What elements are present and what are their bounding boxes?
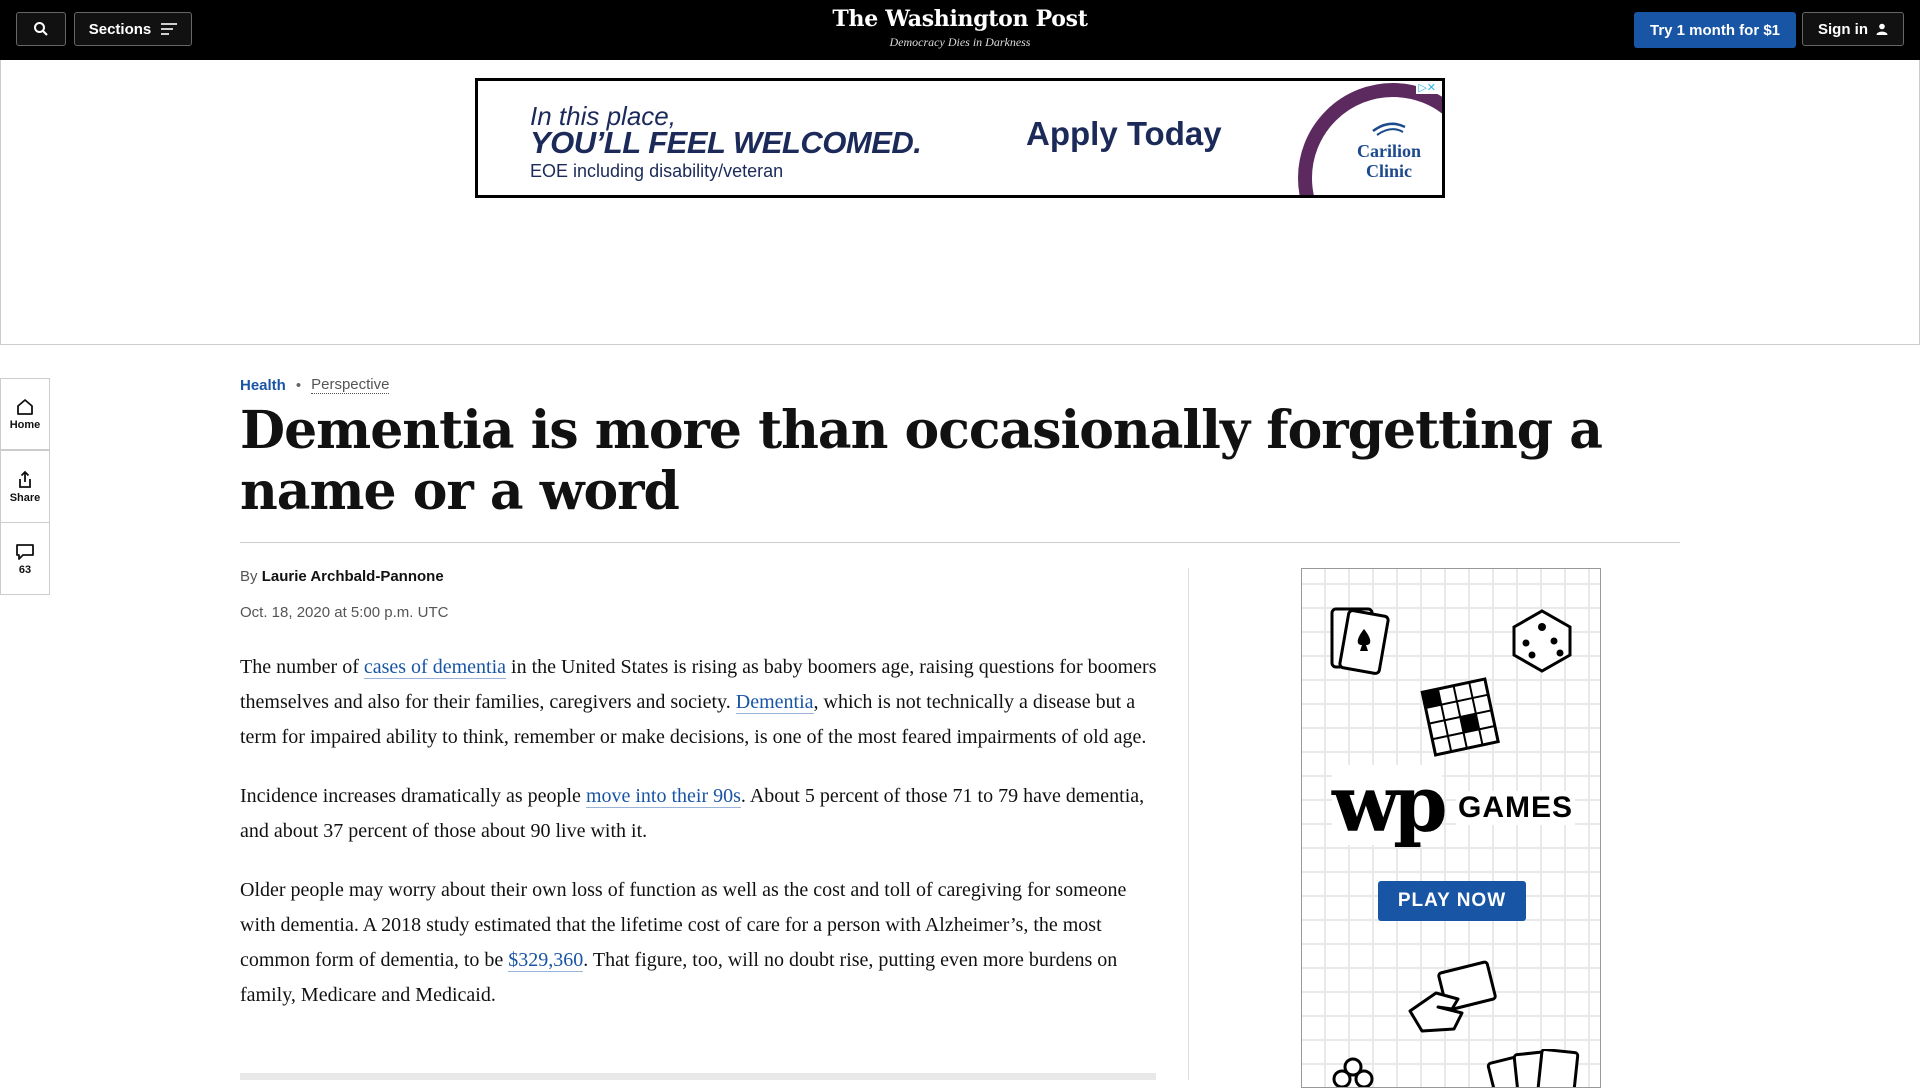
comment-icon: [16, 543, 34, 560]
byline: By Laurie Archbald-Pannone: [240, 568, 444, 585]
masthead[interactable]: The Washington Post Democracy Dies in Da…: [760, 6, 1160, 50]
comments-count: 63: [18, 563, 32, 576]
headline-divider: [240, 542, 1680, 543]
text: Incidence increases dramatically as peop…: [240, 785, 586, 807]
adchoices-close-icon[interactable]: ▷✕: [1416, 81, 1438, 94]
ad-line-2: YOU’LL FEEL WELCOMED.: [530, 125, 922, 160]
brand-line-1: Carilion: [1356, 141, 1421, 161]
tagline: Democracy Dies in Darkness: [889, 35, 1031, 49]
article-body: The number of cases of dementia in the U…: [240, 650, 1160, 1037]
perspective-label[interactable]: Perspective: [311, 376, 390, 394]
carilion-clinic-logo: Carilion Clinic: [1344, 119, 1434, 181]
sign-in-button[interactable]: Sign in: [1802, 12, 1904, 46]
home-rail-button[interactable]: Home: [0, 378, 50, 450]
brand-line-2: Clinic: [1365, 161, 1412, 181]
paragraph-2: Incidence increases dramatically as peop…: [240, 779, 1160, 849]
washington-post-logo[interactable]: The Washington Post: [760, 6, 1160, 32]
clinic-wave-icon: [1372, 122, 1406, 136]
club-icon: [1332, 1057, 1374, 1087]
wp-logo: wp: [1332, 759, 1448, 850]
cases-of-dementia-link[interactable]: cases of dementia: [363, 656, 507, 679]
share-icon: [19, 470, 31, 488]
column-divider: [1188, 568, 1189, 1080]
sections-label: Sections: [88, 20, 152, 38]
search-button[interactable]: [16, 12, 66, 46]
author-link[interactable]: Laurie Archbald-Pannone: [262, 568, 444, 585]
comments-rail-button[interactable]: 63: [0, 522, 50, 595]
move-into-90s-link[interactable]: move into their 90s: [585, 785, 741, 808]
playing-card-icon: [1330, 607, 1390, 675]
play-now-button[interactable]: PLAY NOW: [1378, 881, 1526, 921]
dice-icon: [1512, 609, 1572, 673]
hand-with-card-icon: [1408, 960, 1497, 1033]
user-icon: [1876, 23, 1888, 35]
share-label: Share: [9, 491, 41, 504]
article-headline: Dementia is more than occasionally forge…: [240, 400, 1603, 522]
section-link[interactable]: Health: [240, 377, 286, 394]
wp-games-ad[interactable]: wp GAMES PLAY NOW: [1301, 568, 1601, 1088]
kicker-separator: •: [295, 376, 302, 394]
inline-module-top: [240, 1073, 1156, 1080]
publish-date: Oct. 18, 2020 at 5:00 p.m. UTC: [240, 604, 449, 621]
top-navigation-bar: Sections The Washington Post Democracy D…: [0, 0, 1920, 60]
dementia-link[interactable]: Dementia: [735, 691, 814, 714]
byline-prefix: By: [240, 568, 258, 585]
paragraph-1: The number of cases of dementia in the U…: [240, 650, 1160, 755]
subscribe-trial-button[interactable]: Try 1 month for $1: [1634, 12, 1796, 48]
banner-ad[interactable]: In this place, YOU’LL FEEL WELCOMED. EOE…: [475, 78, 1445, 198]
crossword-icon: [1420, 677, 1500, 757]
games-wordmark: GAMES: [1456, 791, 1576, 825]
text: The number of: [240, 656, 364, 678]
ad-line-3: EOE including disability/veteran: [530, 161, 784, 181]
article-kicker: Health • Perspective: [240, 376, 390, 394]
home-icon: [17, 399, 33, 415]
home-label: Home: [9, 419, 41, 431]
cost-figure-link[interactable]: $329,360: [508, 949, 584, 972]
ad-cta[interactable]: Apply Today: [1026, 115, 1222, 153]
sections-button[interactable]: Sections: [74, 12, 192, 46]
cards-fan-icon: [1486, 1049, 1580, 1087]
search-icon: [34, 22, 48, 36]
menu-icon: [161, 23, 178, 35]
share-rail-button[interactable]: Share: [0, 450, 50, 523]
paragraph-3: Older people may worry about their own l…: [240, 873, 1160, 1013]
sign-in-label: Sign in: [1818, 20, 1868, 38]
